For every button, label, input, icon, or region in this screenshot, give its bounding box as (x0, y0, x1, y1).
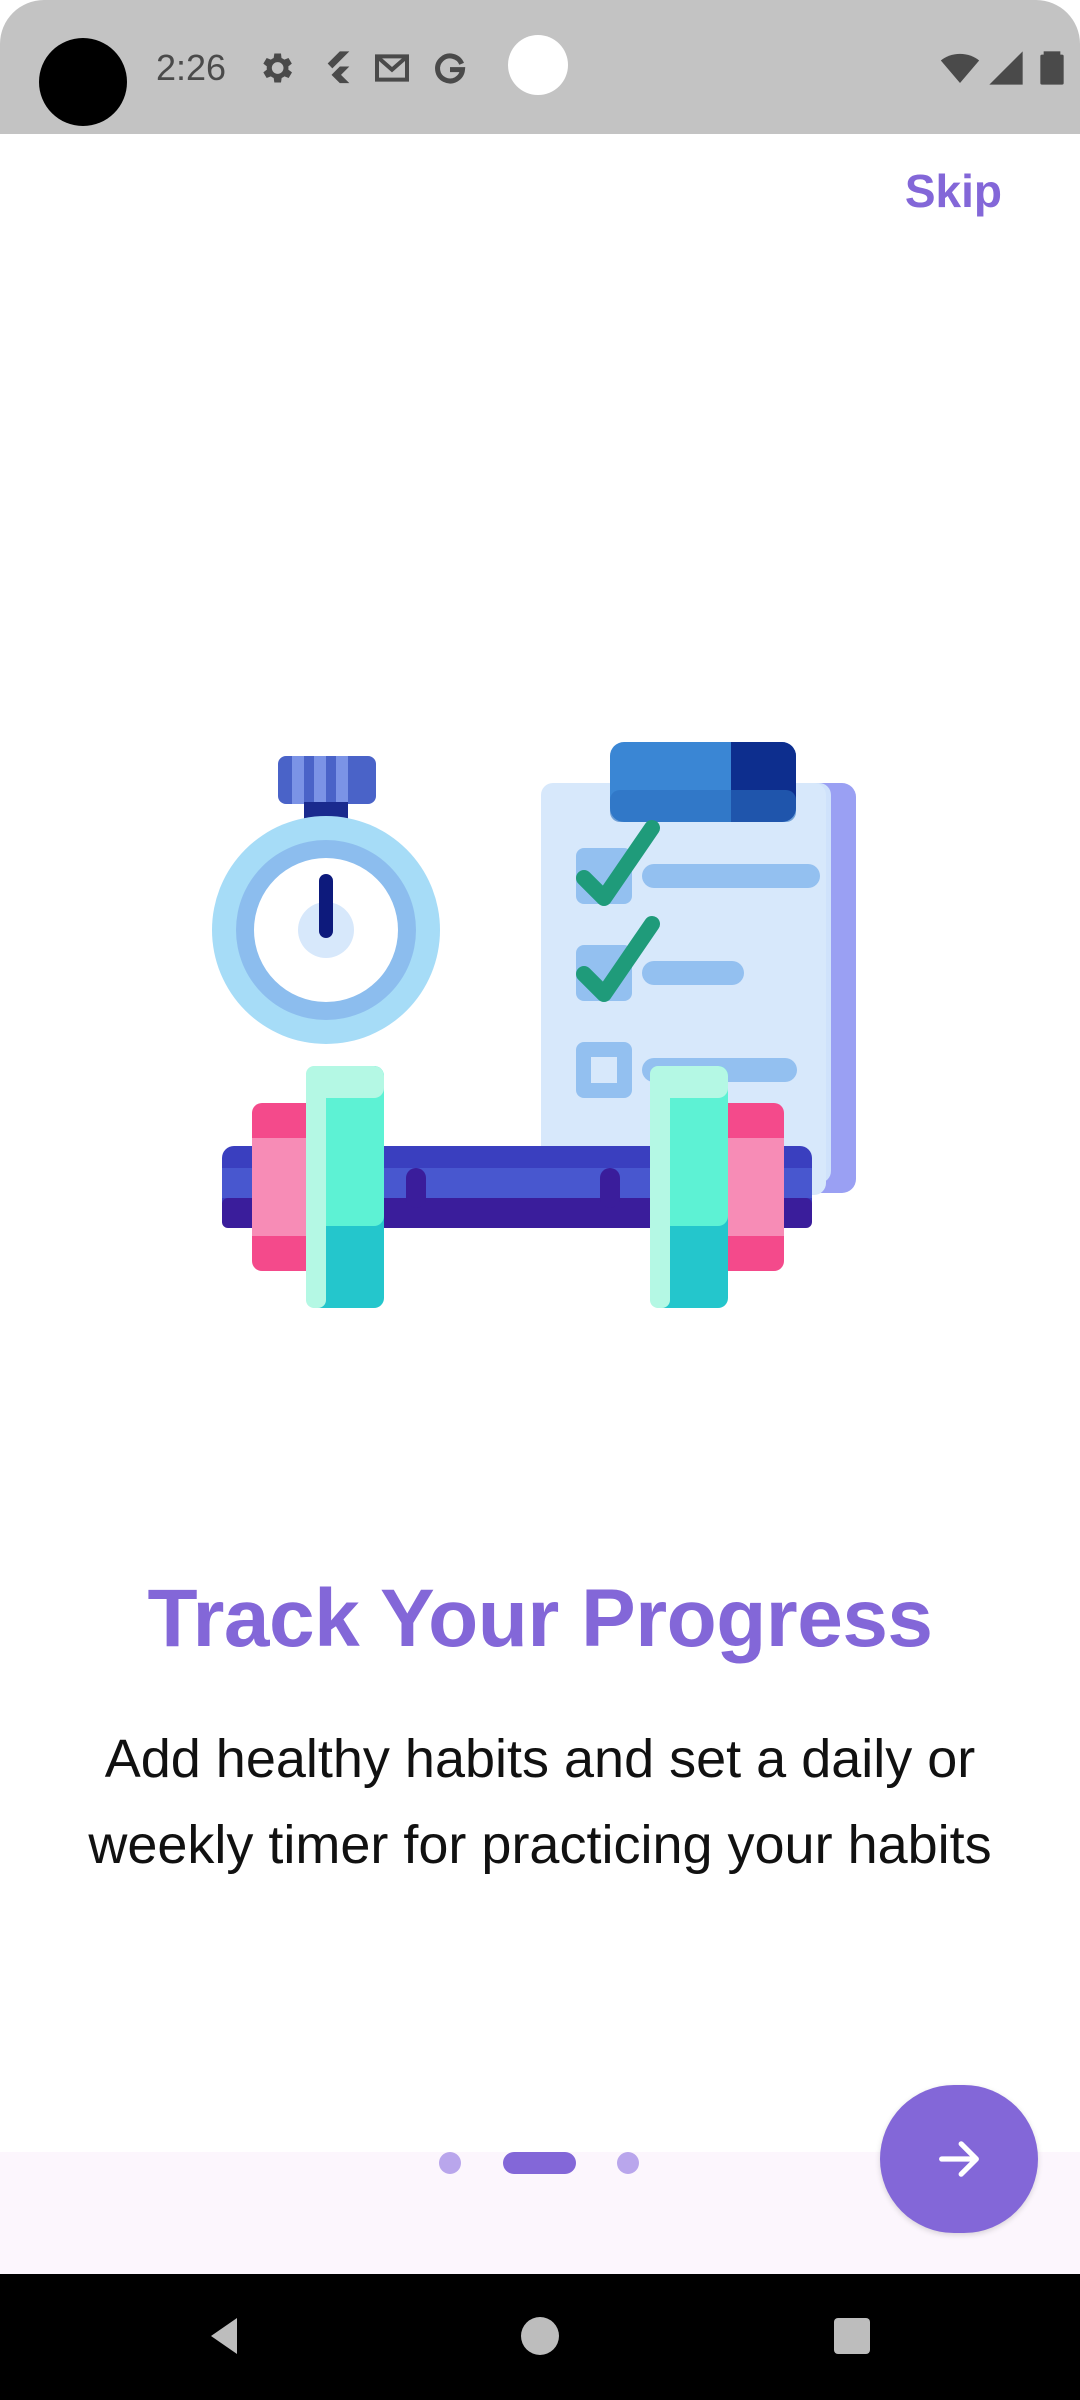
settings-icon (263, 53, 292, 83)
recents-button[interactable] (820, 2304, 884, 2368)
notification-dot (508, 35, 568, 95)
description-line-1: Add healthy habits and set a daily or (104, 1729, 976, 1789)
onboarding-title: Track Your Progress (147, 1573, 933, 1664)
battery-icon (1040, 51, 1064, 85)
page-indicator-dot (439, 2152, 461, 2174)
camera-cutout (39, 38, 127, 126)
next-button[interactable] (880, 2085, 1038, 2233)
onboarding-description: Add healthy habits and set a daily or we… (0, 1716, 1080, 1888)
stopwatch-icon (212, 756, 440, 1044)
recents-icon (834, 2318, 870, 2354)
back-button[interactable] (193, 2304, 257, 2368)
home-button[interactable] (508, 2304, 572, 2368)
flutter-icon (327, 51, 350, 84)
google-icon (435, 53, 466, 84)
skip-button[interactable]: Skip (905, 164, 1002, 218)
back-icon (211, 2318, 237, 2354)
description-line-2: weekly timer for practicing your habits (88, 1815, 992, 1875)
dumbbell-icon (222, 1066, 812, 1308)
status-bar: 2:26 (0, 0, 1080, 134)
home-icon (521, 2317, 559, 2355)
page-indicator-dot (617, 2152, 639, 2174)
page-indicator-active (503, 2152, 576, 2174)
status-time: 2:26 (156, 47, 227, 88)
navigation-bar (0, 2274, 1080, 2400)
gmail-icon (375, 54, 409, 82)
arrow-right-icon (939, 2141, 979, 2177)
signal-icon (989, 51, 1023, 85)
progress-illustration (212, 742, 856, 1308)
wifi-icon (940, 53, 980, 83)
